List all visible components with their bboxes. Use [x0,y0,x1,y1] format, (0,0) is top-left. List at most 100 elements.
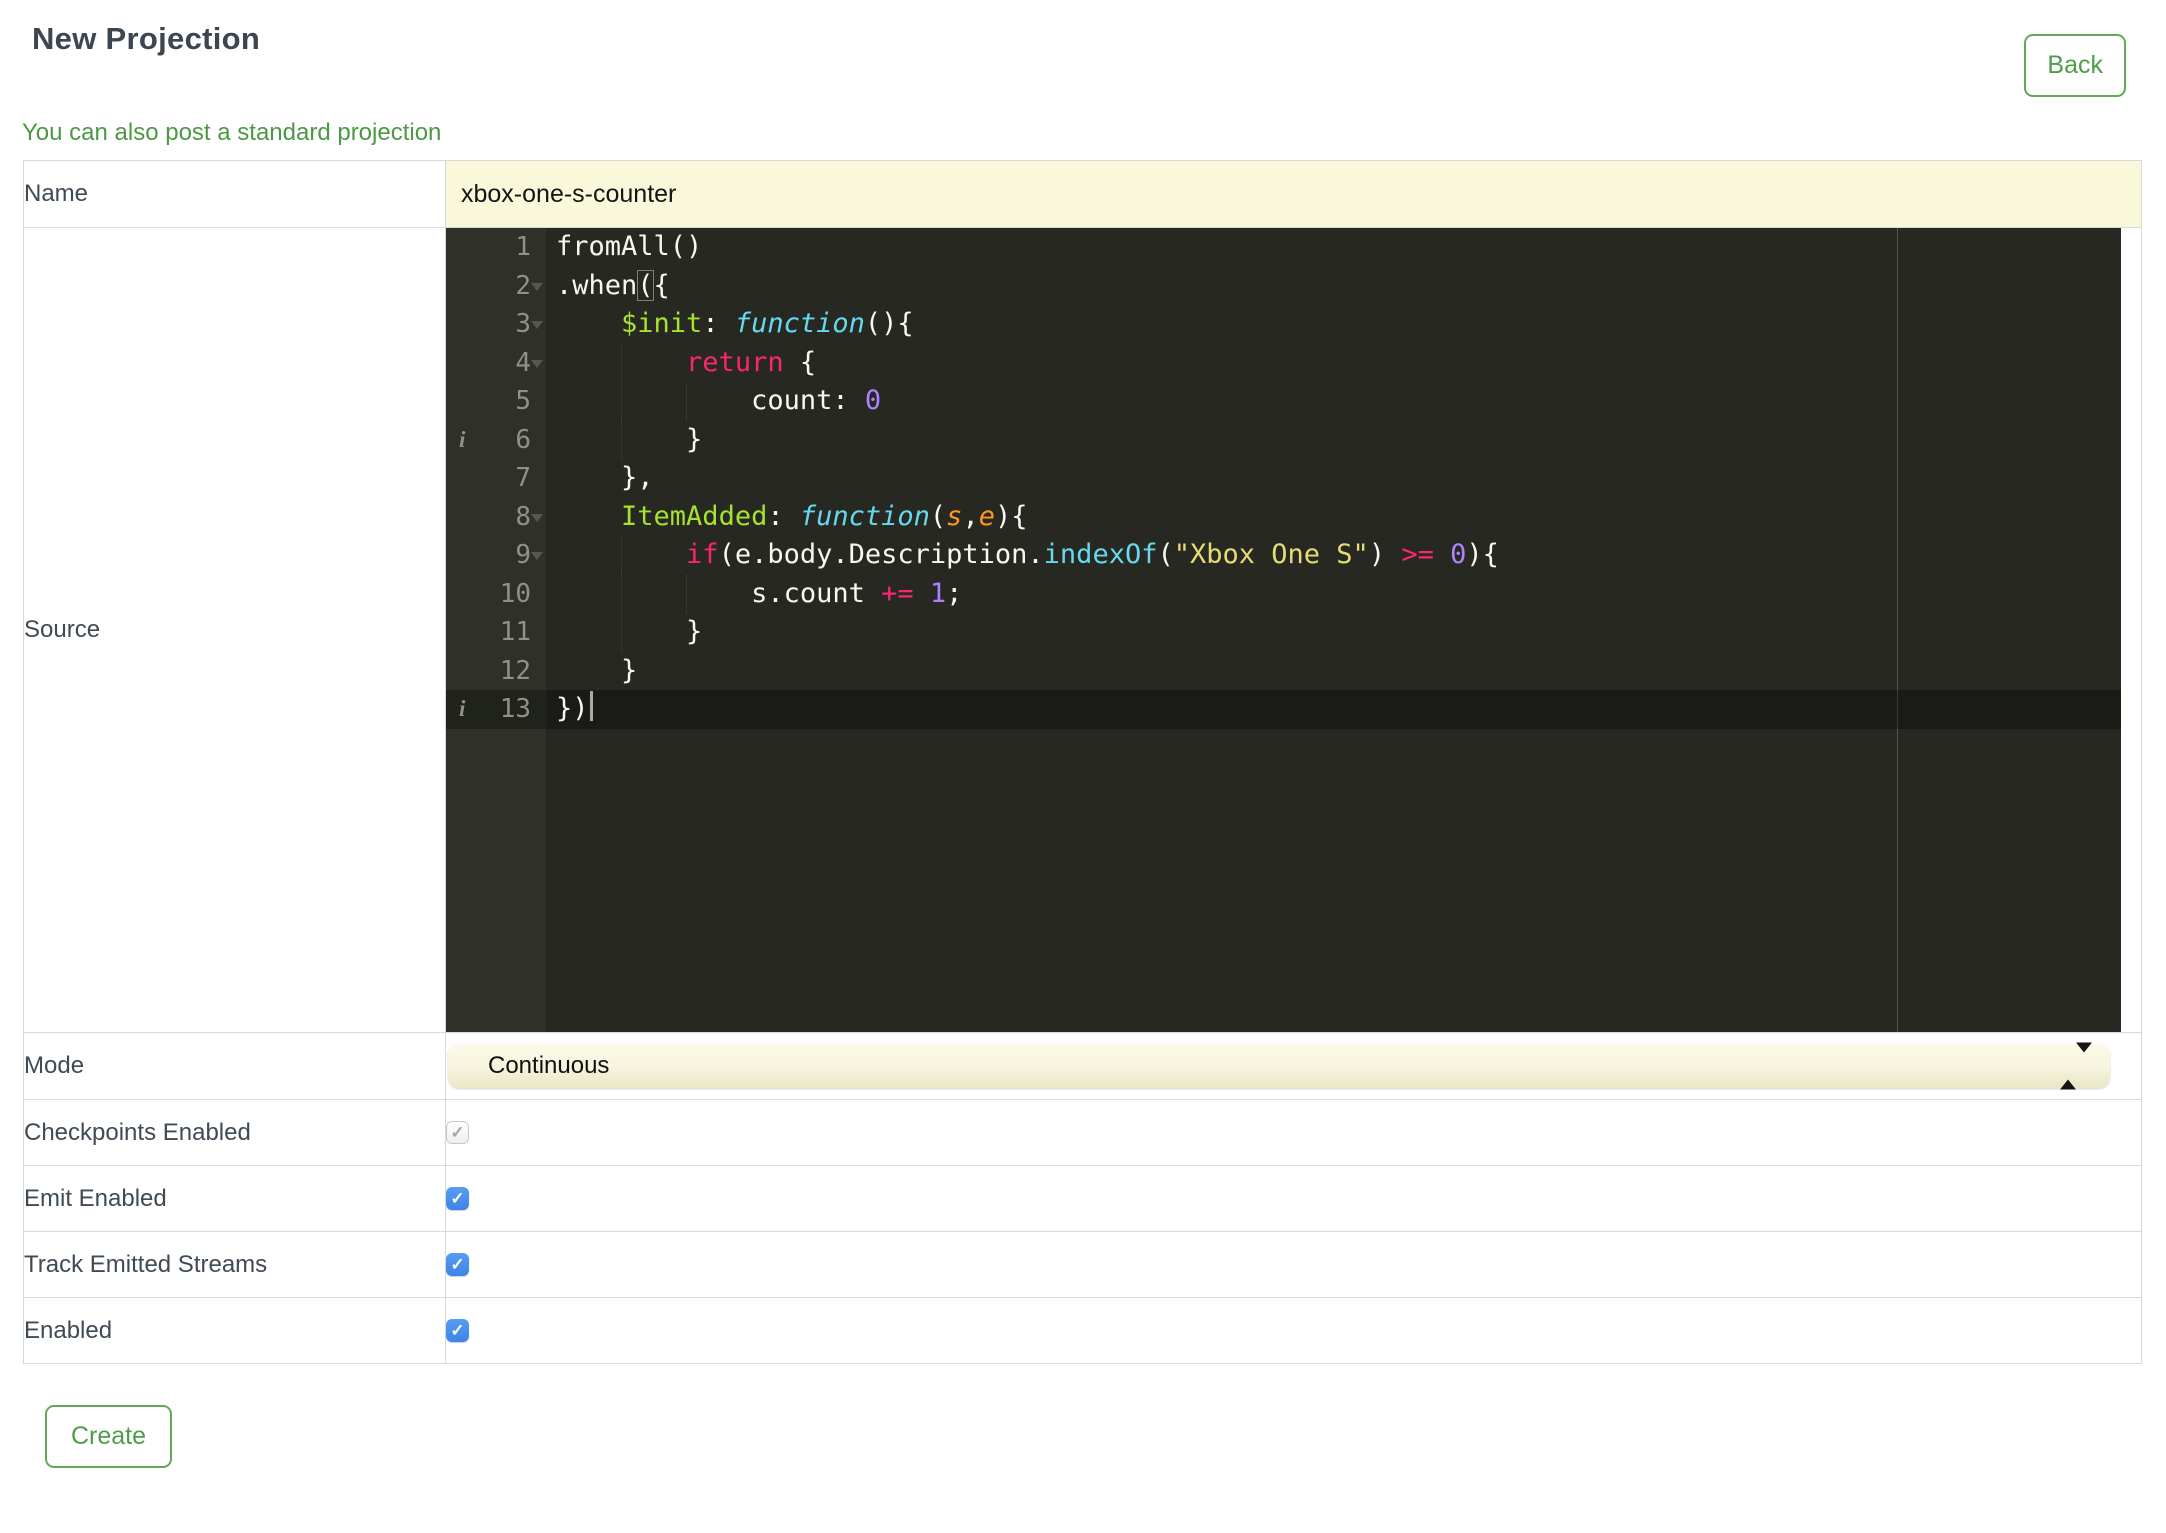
gutter-line: i 13 [446,690,546,729]
line-number: 6 [515,424,531,455]
gutter-line: 3 [446,305,546,344]
code-token: ){ [994,500,1028,532]
code-token: e [978,500,995,532]
code-token: } [556,616,703,647]
enabled-cell: ✓ [445,1297,2142,1364]
code-token: s [946,500,963,532]
code-token: } [556,423,703,455]
page-title: New Projection [32,21,261,56]
code-token: s.count [556,577,882,609]
enabled-label: Enabled [23,1297,446,1364]
gutter-line: 7 [446,459,546,498]
code-token: , [962,500,979,532]
line-number: 8 [515,501,531,532]
code-token: function [734,308,865,339]
code-token: if [686,539,719,570]
code-token: .when [556,269,638,301]
line-number: 1 [515,232,531,262]
standard-projection-link[interactable]: You can also post a standard projection [22,118,441,147]
gutter-line: i6 [446,421,546,460]
code-token: ItemAdded [621,500,768,532]
code-line: }) [546,690,2121,729]
mode-row: Mode Continuous [23,1032,2142,1100]
gutter-line: 1 [446,228,546,267]
line-number: 7 [515,463,531,493]
text-cursor [589,691,593,721]
code-line: $init: function(){ [546,305,2121,344]
gutter-line: 10 [446,575,546,614]
editor-code-area[interactable]: fromAll() .when({ $init: function(){ retu… [546,228,2121,1032]
matched-bracket: ( [637,269,654,301]
name-row: Name [23,160,2142,228]
name-input[interactable] [446,161,2141,227]
emit-enabled-cell: ✓ [445,1165,2142,1232]
fold-arrow-icon[interactable] [531,282,543,291]
line-number: 4 [515,347,531,378]
code-token: function [799,500,930,532]
info-icon: i [459,696,466,721]
line-number: 11 [499,617,531,647]
gutter-line: 9 [446,536,546,575]
track-emitted-streams-checkbox[interactable]: ✓ [446,1253,469,1276]
fold-arrow-icon[interactable] [531,321,543,329]
enabled-row: Enabled ✓ [23,1297,2142,1364]
projection-form-table: Name Source 12345i6789101112i13 fromAll(… [23,160,2142,1364]
code-token: } [556,654,638,686]
line-number: 9 [515,540,531,570]
code-token: 0 [1450,539,1467,570]
track-emitted-streams-row: Track Emitted Streams ✓ [23,1231,2142,1298]
code-line: fromAll() [546,228,2121,267]
gutter-line: 12 [446,652,546,691]
checkmark-icon: ✓ [450,1320,465,1340]
code-token: "Xbox One S" [1173,539,1369,570]
source-label: Source [23,227,446,1033]
new-projection-page: New Projection Back You can also post a … [0,20,2166,1533]
gutter-line: 8 [446,498,546,537]
checkmark-icon: ✓ [450,1122,465,1142]
info-icon: i [459,426,466,452]
name-value-cell [445,160,2142,228]
fold-arrow-icon[interactable] [531,513,543,522]
code-token: (){ [864,308,914,339]
code-line: }, [546,459,2121,498]
track-emitted-streams-label: Track Emitted Streams [23,1231,446,1298]
editor-gutter: 1 2 3 4 5 i 6 7 8 9 10 11 12 i 13 [446,228,546,1032]
line-number: 12 [499,655,531,686]
source-row: Source 1 2 3 4 5 i 6 7 8 9 10 11 12 i 13 fromAll() .whe… [23,227,2142,1033]
gutter-line: 11 [446,613,546,652]
code-token: ; [946,577,963,609]
code-token: { [783,346,817,378]
emit-enabled-label: Emit Enabled [23,1165,446,1232]
line-number: 10 [499,578,531,609]
fold-arrow-icon[interactable] [531,552,543,560]
line-number: 3 [515,309,531,339]
code-token: 0 [864,385,882,416]
code-token: indexOf [1043,539,1158,570]
code-token: }, [556,462,654,493]
track-emitted-streams-cell: ✓ [445,1231,2142,1298]
source-code-editor[interactable]: 1 2 3 4 5 i 6 7 8 9 10 11 12 i 13 fromAll() .when({ $in… [446,228,2121,1032]
code-token: : [702,308,735,339]
mode-select[interactable]: Continuous [448,1042,2110,1089]
mode-select-value: Continuous [488,1052,610,1079]
code-line: if(e.body.Description.indexOf("Xbox One … [546,536,2121,575]
checkmark-icon: ✓ [450,1254,465,1274]
code-token: $init [621,308,703,339]
fold-arrow-icon[interactable] [531,359,543,368]
create-button[interactable]: Create [45,1405,173,1468]
checkpoints-enabled-checkbox: ✓ [446,1121,469,1144]
enabled-checkbox[interactable]: ✓ [446,1319,469,1342]
code-token: 1 [929,577,947,609]
back-button[interactable]: Back [2024,34,2126,97]
source-value-cell: 1 2 3 4 5 i 6 7 8 9 10 11 12 i 13 fromAll() .when({ $in… [445,227,2142,1033]
name-label: Name [23,160,446,228]
code-token: }) [556,693,589,724]
emit-enabled-checkbox[interactable]: ✓ [446,1187,469,1210]
code-line: ItemAdded: function(s,e){ [546,498,2121,537]
gutter-line: 5 [446,382,546,421]
code-token: += [881,577,914,609]
